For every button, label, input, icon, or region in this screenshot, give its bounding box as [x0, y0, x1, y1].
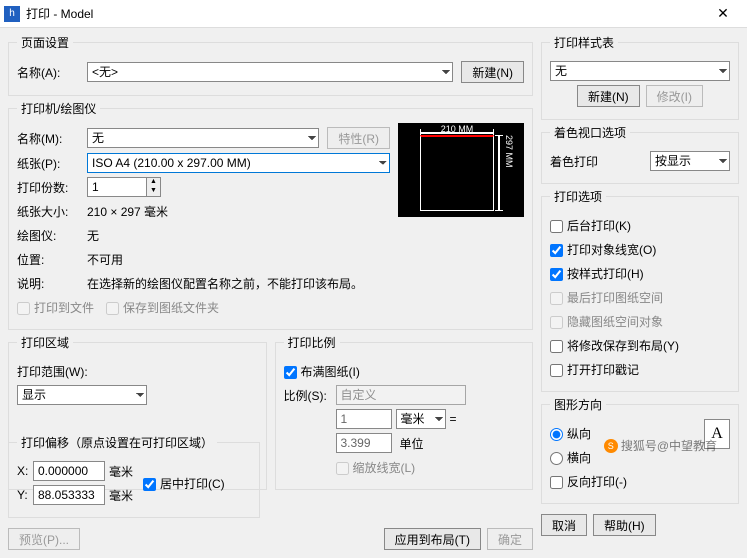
cancel-button[interactable]: 取消	[541, 514, 587, 536]
style-legend: 打印样式表	[550, 34, 618, 51]
style-edit-button: 修改(I)	[646, 85, 703, 107]
scale-group: 打印比例 布满图纸(I) 比例(S): 自定义 毫米 = 单位 缩放线宽(L)	[275, 334, 534, 490]
apply-button[interactable]: 应用到布局(T)	[384, 528, 481, 550]
page-new-button[interactable]: 新建(N)	[461, 61, 524, 83]
options-legend: 打印选项	[550, 188, 606, 205]
desc-value: 在选择新的绘图仪配置名称之前，不能打印该布局。	[87, 275, 363, 292]
printer-name-select[interactable]: 无	[87, 128, 319, 148]
close-icon[interactable]: ✕	[703, 5, 743, 22]
y-input[interactable]	[33, 485, 105, 505]
orient-icon: A	[704, 419, 730, 449]
desc-label: 说明:	[17, 275, 87, 292]
x-input[interactable]	[33, 461, 105, 481]
app-icon: h	[4, 6, 20, 22]
range-label: 打印范围(W):	[17, 363, 88, 380]
range-select[interactable]: 显示	[17, 385, 147, 405]
size-label: 纸张大小:	[17, 203, 87, 220]
viewport-group: 着色视口选项 着色打印按显示	[541, 124, 739, 184]
style-group: 打印样式表 无 新建(N) 修改(I)	[541, 34, 739, 120]
scale-unit-select[interactable]: 毫米	[396, 409, 446, 429]
opt-bg[interactable]: 后台打印(K)	[550, 217, 631, 234]
offset-legend: 打印偏移（原点设置在可打印区域）	[17, 434, 217, 451]
help-button[interactable]: 帮助(H)	[593, 514, 656, 536]
ratio-label: 比例(S):	[284, 387, 336, 404]
area-legend: 打印区域	[17, 334, 73, 351]
printer-name-label: 名称(M):	[17, 130, 87, 147]
options-group: 打印选项 后台打印(K) 打印对象线宽(O) 按样式打印(H) 最后打印图纸空间…	[541, 188, 739, 392]
ok-button: 确定	[487, 528, 533, 550]
orient-reverse[interactable]: 反向打印(-)	[550, 473, 627, 490]
unit-label: 单位	[400, 435, 424, 452]
page-name-select[interactable]: <无>	[87, 62, 453, 82]
opt-style[interactable]: 按样式打印(H)	[550, 265, 644, 282]
paper-label: 纸张(P):	[17, 155, 87, 172]
offset-group: 打印偏移（原点设置在可打印区域） X:毫米 Y:毫米 居中打印(C)	[8, 434, 260, 518]
scale-legend: 打印比例	[284, 334, 340, 351]
printer-props-button: 特性(R)	[327, 127, 390, 149]
paper-select[interactable]: ISO A4 (210.00 x 297.00 MM)	[87, 153, 390, 173]
y-label: Y:	[17, 488, 33, 502]
shade-label: 着色打印	[550, 153, 650, 170]
preview-button: 预览(P)...	[8, 528, 80, 550]
shade-select[interactable]: 按显示	[650, 151, 730, 171]
copies-spinner[interactable]: ▲▼	[87, 177, 161, 197]
copies-label: 打印份数:	[17, 179, 87, 196]
page-setup-legend: 页面设置	[17, 34, 73, 51]
viewport-legend: 着色视口选项	[550, 124, 630, 141]
opt-stamp[interactable]: 打开打印戳记	[550, 361, 639, 378]
titlebar: h 打印 - Model ✕	[0, 0, 747, 28]
orient-portrait[interactable]: 纵向	[550, 425, 591, 442]
plotter-label: 绘图仪:	[17, 227, 87, 244]
opt-hide: 隐藏图纸空间对象	[550, 313, 663, 330]
opt-paper-last: 最后打印图纸空间	[550, 289, 663, 306]
center-check[interactable]: 居中打印(C)	[143, 475, 225, 492]
printer-legend: 打印机/绘图仪	[17, 100, 100, 117]
fit-check[interactable]: 布满图纸(I)	[284, 363, 360, 380]
page-name-label: 名称(A):	[17, 64, 87, 81]
paper-preview: 210 MM 297 MM	[398, 123, 524, 217]
orient-legend: 图形方向	[550, 396, 606, 413]
scale-den	[336, 433, 392, 453]
opt-save-layout[interactable]: 将修改保存到布局(Y)	[550, 337, 679, 354]
size-value: 210 × 297 毫米	[87, 203, 168, 220]
x-label: X:	[17, 464, 33, 478]
scale-num	[336, 409, 392, 429]
page-setup-group: 页面设置 名称(A): <无> 新建(N)	[8, 34, 533, 96]
lw-check: 缩放线宽(L)	[336, 459, 416, 476]
ratio-select: 自定义	[336, 385, 466, 405]
orient-landscape[interactable]: 横向	[550, 449, 591, 466]
loc-label: 位置:	[17, 251, 87, 268]
to-file-check: 打印到文件	[17, 299, 94, 316]
printer-group: 打印机/绘图仪 名称(M): 无 特性(R) 纸张(P): ISO A4 (21…	[8, 100, 533, 330]
plotter-value: 无	[87, 227, 99, 244]
save-folder-check: 保存到图纸文件夹	[106, 299, 219, 316]
opt-lw[interactable]: 打印对象线宽(O)	[550, 241, 656, 258]
orient-group: 图形方向 纵向 横向 反向打印(-) A	[541, 396, 739, 504]
window-title: 打印 - Model	[26, 5, 703, 22]
style-new-button[interactable]: 新建(N)	[577, 85, 640, 107]
style-select[interactable]: 无	[550, 61, 730, 81]
equals: =	[450, 412, 457, 426]
loc-value: 不可用	[87, 251, 123, 268]
